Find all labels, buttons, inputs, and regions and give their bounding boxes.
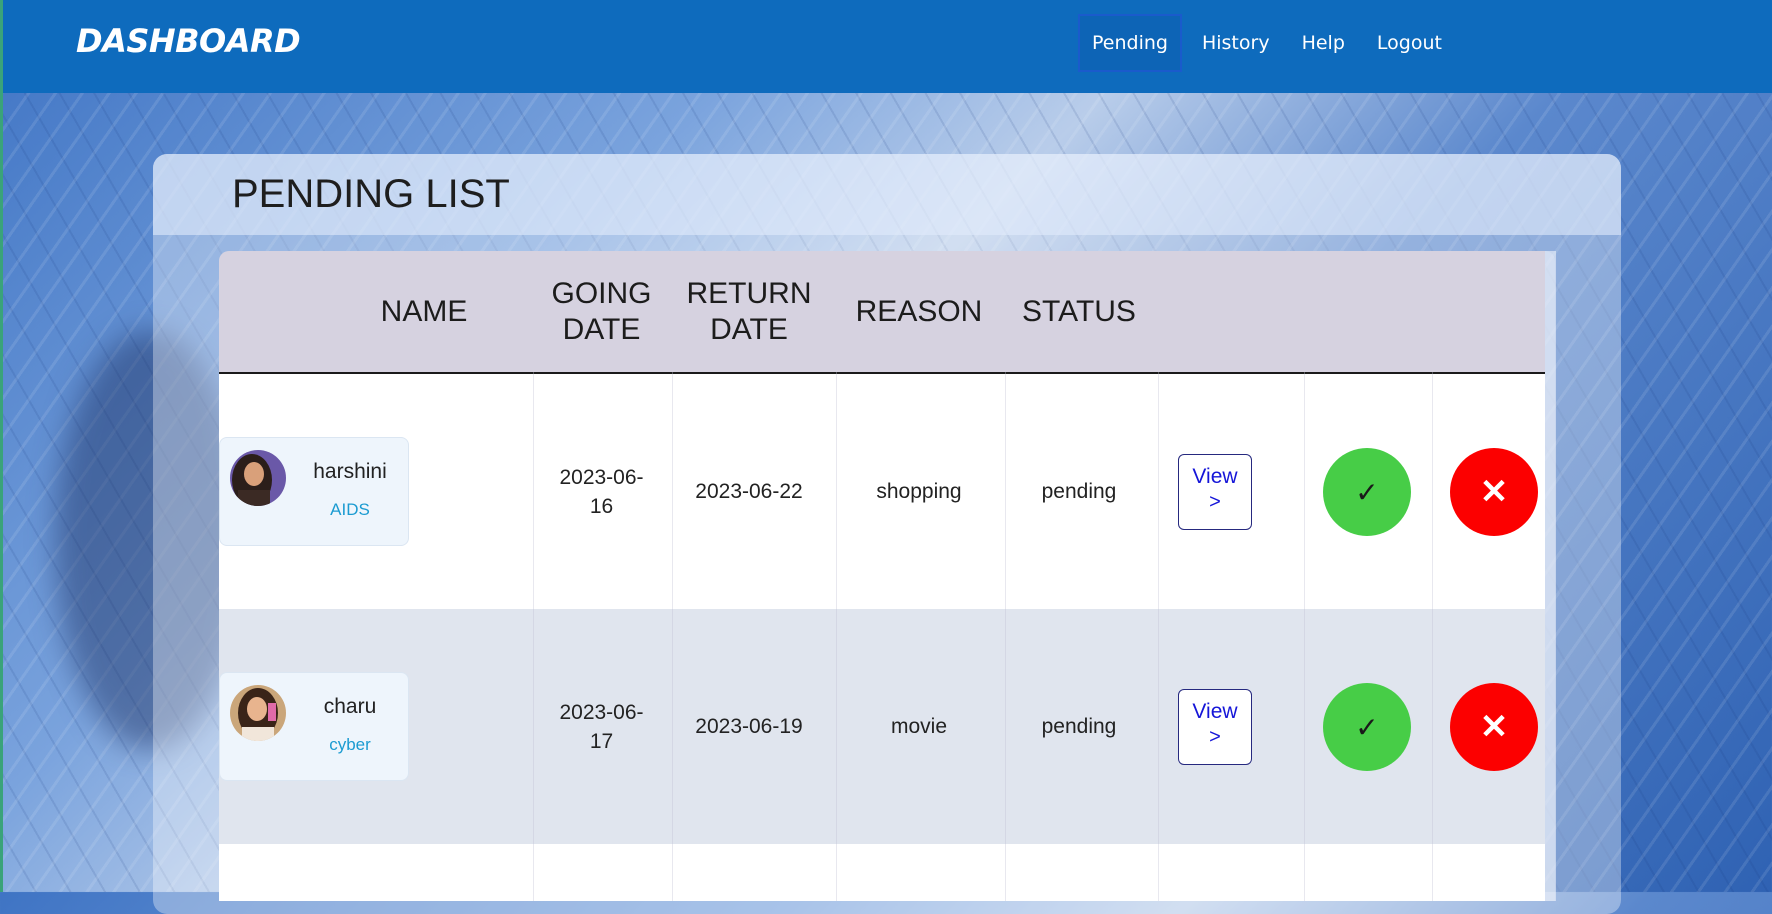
view-label: View: [1192, 465, 1238, 488]
chevron-right-icon: >: [1209, 491, 1221, 513]
header-status: STATUS: [1022, 294, 1136, 328]
column-divider: [1432, 372, 1433, 901]
column-divider: [533, 372, 534, 901]
header-name: NAME: [380, 294, 468, 328]
approve-button[interactable]: ✓: [1323, 683, 1411, 771]
user-name: harshini: [313, 460, 387, 483]
user-card: harshini AIDS: [219, 437, 409, 546]
nav-item-pending[interactable]: Pending: [1078, 14, 1182, 72]
user-name: charu: [323, 695, 377, 718]
navbar: DASHBOARD Pending History Help Logout: [0, 0, 1772, 93]
user-card: charu cyber: [219, 672, 409, 781]
avatar: [230, 450, 286, 506]
table-scrollbar[interactable]: [1545, 251, 1556, 901]
return-date: 2023-06-19: [695, 715, 803, 738]
user-dept: cyber: [329, 735, 371, 754]
nav-item-history[interactable]: History: [1190, 14, 1282, 72]
table-row: charu cyber 2023-06-17 2023-06-19 movie …: [219, 609, 1545, 844]
table-header: NAME GOING DATE RETURN DATE REASON STATU…: [219, 251, 1545, 374]
nav-item-help[interactable]: Help: [1290, 14, 1357, 72]
close-icon: ✕: [1479, 708, 1509, 746]
table-row: harshini AIDS 2023-06-16 2023-06-22 shop…: [219, 374, 1545, 609]
table-row: [219, 844, 1545, 901]
going-date: 2023-06-17: [559, 700, 644, 753]
status: pending: [1041, 715, 1117, 738]
left-edge-stripe: [0, 0, 3, 892]
nav-menu: Pending History Help Logout: [1078, 14, 1462, 72]
brand-logo[interactable]: DASHBOARD: [76, 22, 301, 60]
page-title: PENDING LIST: [232, 172, 510, 216]
checkmark-icon: ✓: [1355, 711, 1379, 743]
reason: movie: [890, 715, 948, 738]
reject-button[interactable]: ✕: [1450, 683, 1538, 771]
header-return-date: RETURN DATE: [686, 276, 812, 346]
column-divider: [836, 372, 837, 901]
reject-button[interactable]: ✕: [1450, 448, 1538, 536]
chevron-right-icon: >: [1209, 726, 1221, 748]
column-divider: [1005, 372, 1006, 901]
return-date: 2023-06-22: [695, 480, 803, 503]
avatar: [230, 685, 286, 741]
column-divider: [672, 372, 673, 901]
checkmark-icon: ✓: [1355, 476, 1379, 508]
column-divider: [1304, 372, 1305, 901]
going-date: 2023-06-16: [559, 465, 644, 518]
approve-button[interactable]: ✓: [1323, 448, 1411, 536]
column-divider: [1158, 372, 1159, 901]
header-going-date: GOING DATE: [551, 276, 652, 346]
header-reason: REASON: [855, 294, 983, 328]
status: pending: [1041, 480, 1117, 503]
pending-table: NAME GOING DATE RETURN DATE REASON STATU…: [219, 251, 1555, 901]
view-button[interactable]: View >: [1178, 689, 1252, 765]
view-button[interactable]: View >: [1178, 454, 1252, 530]
view-label: View: [1192, 700, 1238, 723]
reason: shopping: [876, 480, 962, 503]
nav-item-logout[interactable]: Logout: [1365, 14, 1454, 72]
close-icon: ✕: [1479, 473, 1509, 511]
user-dept: AIDS: [330, 500, 370, 519]
